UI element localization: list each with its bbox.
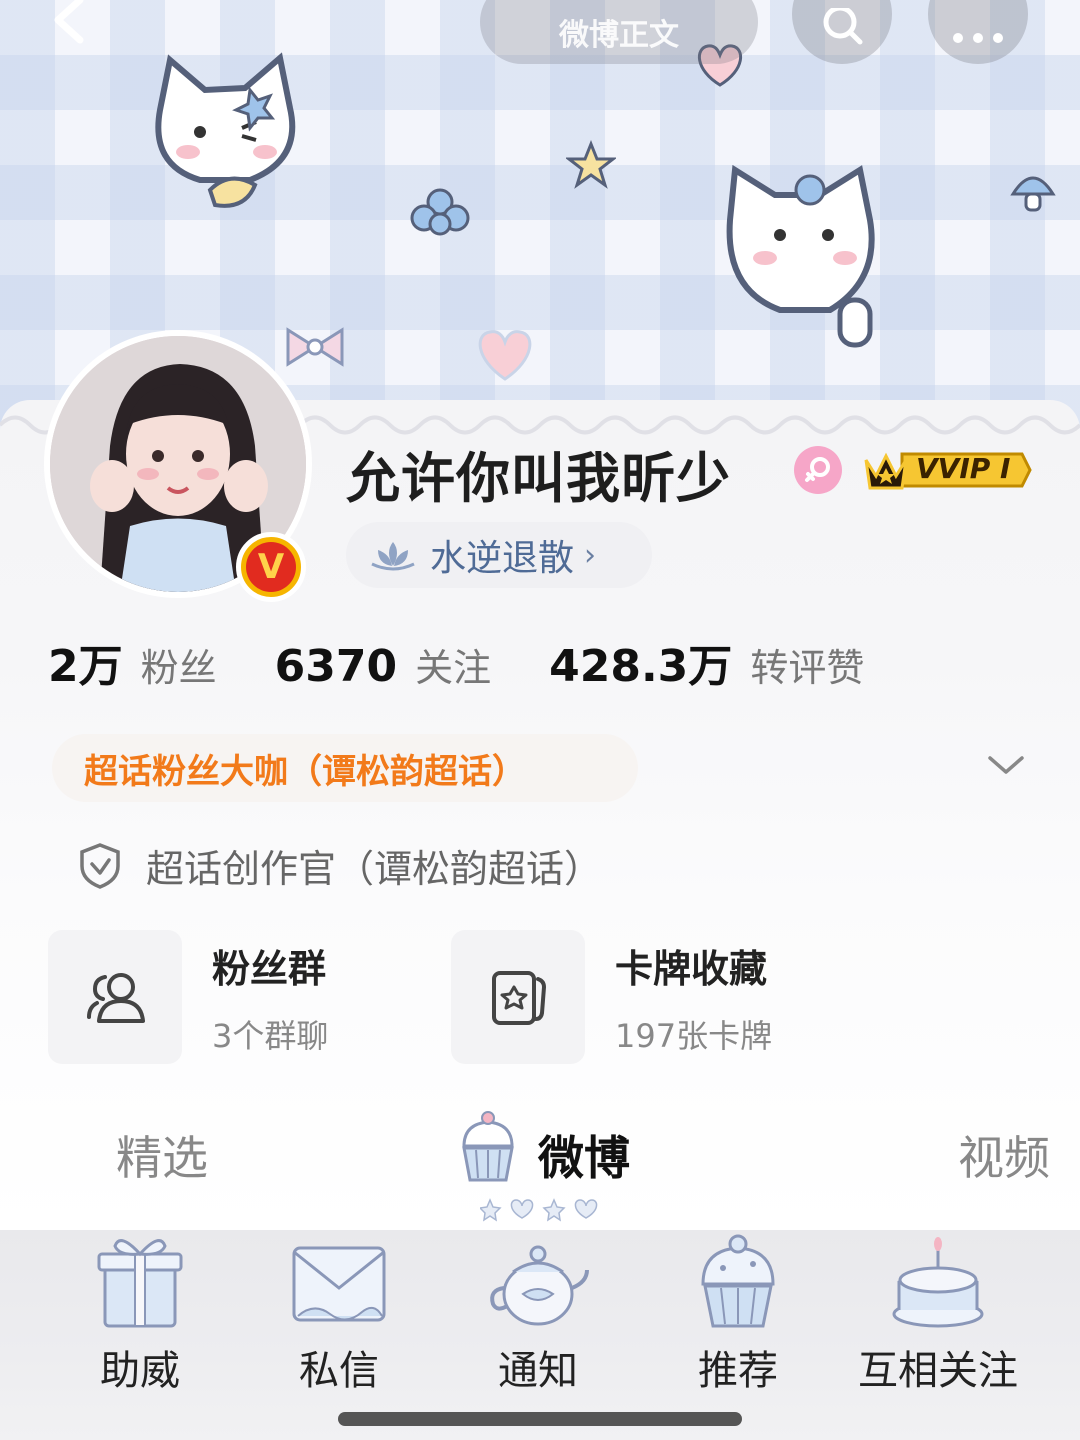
tab-active-indicator-icon bbox=[480, 1198, 598, 1222]
search-button[interactable] bbox=[792, 0, 892, 64]
female-icon bbox=[794, 446, 842, 494]
card-title: 卡牌收藏 bbox=[615, 946, 768, 991]
nav-label: 私信 bbox=[299, 1348, 379, 1394]
card-subtitle: 197张卡牌 bbox=[615, 1016, 773, 1055]
lotus-icon bbox=[371, 542, 415, 571]
chevron-right-icon: › bbox=[584, 537, 597, 573]
profile-tag-label: 水逆退散 bbox=[430, 538, 575, 579]
tab-video[interactable]: 视频 bbox=[958, 1122, 1050, 1188]
top-title: 微博正文 bbox=[559, 18, 679, 53]
card-subtitle: 3个群聊 bbox=[212, 1016, 329, 1055]
creator-label: 超话创作官（谭松韵超话） bbox=[146, 847, 603, 891]
card-collection-card[interactable]: 卡牌收藏 197张卡牌 bbox=[451, 930, 772, 1064]
back-button[interactable] bbox=[40, 0, 100, 50]
card-icon-box bbox=[451, 930, 585, 1064]
interactions-count[interactable]: 428.3万 bbox=[549, 630, 732, 694]
cupcake-icon bbox=[462, 1111, 514, 1182]
shield-check-icon bbox=[80, 842, 120, 889]
bow-icon bbox=[286, 327, 344, 367]
star-icon bbox=[566, 140, 616, 189]
top-title-pill[interactable]: 微博正文 bbox=[480, 0, 758, 64]
cake-icon bbox=[892, 1237, 984, 1328]
tab-weibo[interactable]: 微博 bbox=[538, 1122, 630, 1188]
mushroom-icon bbox=[1010, 176, 1056, 212]
nav-label: 助威 bbox=[100, 1348, 180, 1394]
vvip-label: VVIP I bbox=[916, 452, 1011, 485]
heart-icon bbox=[478, 330, 532, 381]
stats-row: 2万 粉丝 6370 关注 428.3万 转评赞 bbox=[48, 630, 864, 694]
nav-item-mutual-follow[interactable]: 互相关注 bbox=[838, 1230, 1038, 1410]
nav-label: 推荐 bbox=[698, 1348, 778, 1394]
nav-item-notifications[interactable]: 通知 bbox=[438, 1230, 638, 1410]
verified-badge: V bbox=[236, 532, 306, 602]
creator-row[interactable]: 超话创作官（谭松韵超话） bbox=[78, 838, 602, 893]
envelope-icon bbox=[292, 1246, 386, 1322]
profile-tag[interactable]: 水逆退散 › bbox=[346, 522, 652, 588]
gift-box-icon bbox=[97, 1239, 183, 1328]
cat-sticker-icon bbox=[726, 164, 875, 348]
fan-group-card[interactable]: 粉丝群 3个群聊 bbox=[48, 930, 328, 1064]
nav-label: 通知 bbox=[498, 1348, 578, 1394]
group-icon bbox=[87, 973, 145, 1023]
nav-item-recommended[interactable]: 推荐 bbox=[638, 1230, 838, 1410]
nav-item-cheer[interactable]: 助威 bbox=[40, 1230, 240, 1410]
cupcake-icon bbox=[701, 1234, 775, 1328]
superfan-title: 超话粉丝大咖（谭松韵超话） bbox=[84, 751, 526, 792]
interactions-label[interactable]: 转评赞 bbox=[750, 637, 864, 692]
superfan-title-pill[interactable]: 超话粉丝大咖（谭松韵超话） bbox=[52, 734, 638, 802]
nav-label: 互相关注 bbox=[858, 1348, 1018, 1394]
chevron-down-icon[interactable] bbox=[986, 746, 1026, 786]
teapot-icon bbox=[490, 1245, 589, 1326]
card-title: 粉丝群 bbox=[212, 946, 327, 991]
search-icon bbox=[823, 8, 863, 45]
card-icon bbox=[492, 971, 547, 1025]
cat-sticker-icon bbox=[155, 52, 296, 208]
followers-count[interactable]: 2万 bbox=[48, 630, 123, 694]
followers-label[interactable]: 粉丝 bbox=[141, 637, 217, 692]
home-indicator[interactable] bbox=[338, 1412, 742, 1426]
following-count[interactable]: 6370 bbox=[275, 641, 397, 692]
verified-v-icon: V bbox=[246, 542, 296, 592]
card-icon-box bbox=[48, 930, 182, 1064]
nav-item-messages[interactable]: 私信 bbox=[239, 1230, 439, 1410]
username: 允许你叫我昕少 bbox=[346, 447, 731, 510]
more-button[interactable] bbox=[928, 0, 1028, 64]
tab-featured[interactable]: 精选 bbox=[116, 1122, 208, 1188]
bottom-nav: 助威 私信 通知 推荐 互相关注 bbox=[0, 1230, 1080, 1440]
flower-icon bbox=[410, 188, 470, 236]
following-label[interactable]: 关注 bbox=[415, 637, 491, 692]
more-dots-icon bbox=[953, 33, 1003, 43]
